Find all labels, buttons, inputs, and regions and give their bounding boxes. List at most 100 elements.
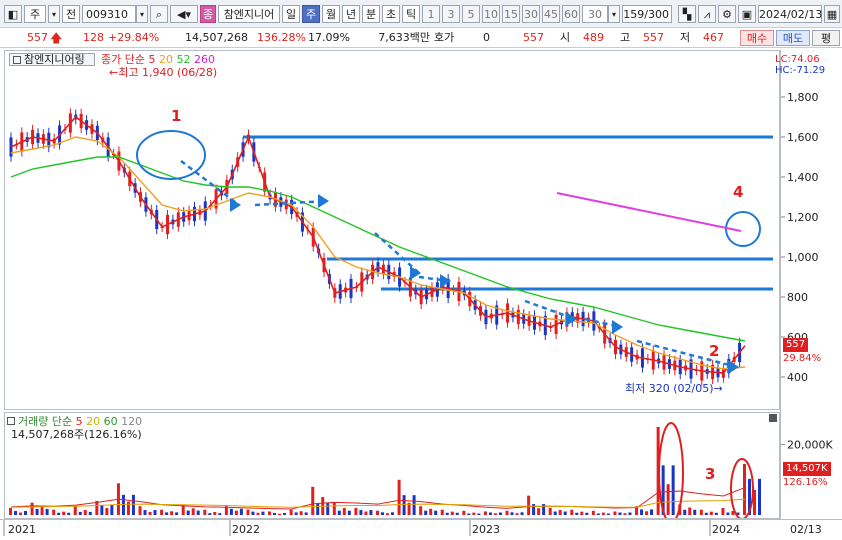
stock-code-input[interactable]: 009310: [82, 5, 136, 23]
close-icon[interactable]: [769, 414, 777, 422]
price-pane-tab[interactable]: 참엔지니어링: [9, 53, 95, 66]
volume-bar: [683, 509, 687, 515]
calendar-icon[interactable]: ▦: [824, 5, 840, 23]
chart-tools-icon[interactable]: ▚: [678, 5, 696, 23]
interval-button-45[interactable]: 45: [542, 5, 560, 23]
volume-bar: [294, 512, 298, 515]
period-tab-month[interactable]: 월: [322, 5, 340, 23]
period-tab-minute[interactable]: 분: [362, 5, 380, 23]
volume-bar: [19, 512, 22, 515]
interval-input[interactable]: 30: [582, 5, 608, 23]
count-field[interactable]: 159/300: [622, 5, 672, 23]
volume-bar: [537, 508, 541, 515]
volume-bar: [472, 512, 476, 515]
volume-bar: [721, 507, 725, 515]
pane-menu-icon[interactable]: [7, 417, 15, 425]
volume-bar: [229, 508, 233, 515]
period-tab-day[interactable]: 일: [282, 5, 300, 23]
min-price-note: 최저 320 (02/05)→: [625, 382, 723, 395]
volume-bar: [316, 503, 320, 515]
arrow-head: [230, 198, 241, 212]
date-input[interactable]: 2024/02/13: [758, 5, 822, 23]
volume-bar: [186, 510, 190, 515]
price-axis-label: 1,600: [787, 131, 819, 144]
arrow-head: [318, 194, 329, 208]
search-icon[interactable]: ⌕: [150, 5, 168, 23]
interval-button-5[interactable]: 5: [462, 5, 480, 23]
save-icon[interactable]: ▣: [738, 5, 756, 23]
volume-bar: [196, 510, 200, 515]
ma-legend-52: 52: [176, 53, 191, 66]
mode-select[interactable]: 주: [24, 5, 46, 23]
ma-legend-5: 5: [148, 53, 156, 66]
eval-button[interactable]: 평: [812, 30, 840, 46]
period-tab-year[interactable]: 년: [342, 5, 360, 23]
period-tab-week[interactable]: 주: [302, 5, 320, 23]
annotation-1: 1: [171, 107, 182, 125]
volume-bar: [105, 508, 109, 515]
hoga-price: 557: [523, 31, 544, 44]
volume-bar: [9, 507, 12, 515]
interval-button-60[interactable]: 60: [562, 5, 580, 23]
x-tick-label: 2024: [712, 523, 740, 536]
ma-legend-260: 260: [193, 53, 215, 66]
price-axis-label: 1,000: [787, 251, 819, 264]
volume-bar: [493, 513, 497, 515]
mode-dropdown-icon[interactable]: ▾: [48, 5, 60, 23]
quote-price: 557: [27, 31, 48, 44]
period-tab-second[interactable]: 초: [382, 5, 400, 23]
open-label: 시: [560, 31, 571, 44]
code-dropdown-icon[interactable]: ▾: [136, 5, 148, 23]
mode-label: 주: [29, 8, 41, 21]
volume-bar: [165, 512, 169, 515]
volume-bar: [153, 510, 157, 515]
price-pane-title: 참엔지니어링: [24, 53, 85, 66]
volume-bar: [671, 465, 675, 515]
stock-badge: 종: [200, 5, 216, 23]
volume-bar: [208, 513, 212, 515]
interval-dropdown-icon[interactable]: ▾: [608, 5, 620, 23]
volume-bar: [483, 511, 487, 515]
interval-button-3[interactable]: 3: [442, 5, 460, 23]
line-tools-icon[interactable]: ⩘: [698, 5, 716, 23]
volume-bar: [311, 486, 315, 515]
volume-bar: [283, 513, 287, 515]
volume-bar: [424, 510, 428, 515]
volume-bar: [143, 510, 147, 515]
period-tab-tick[interactable]: 틱: [402, 5, 420, 23]
volume-bar: [666, 484, 670, 515]
volume-bar: [429, 508, 433, 515]
volume-bar: [83, 510, 87, 515]
volume-bar: [30, 502, 34, 515]
volume-bar: [419, 506, 423, 515]
interval-button-10[interactable]: 10: [482, 5, 500, 23]
speaker-icon[interactable]: ◀▾: [170, 5, 198, 23]
period-tab-label: 월: [325, 8, 337, 21]
volume-bar: [332, 502, 336, 515]
volume-bar: [758, 478, 761, 515]
sell-button[interactable]: 매도: [776, 30, 810, 46]
volume-bar: [52, 509, 56, 515]
high-label: 고: [620, 31, 631, 44]
pane-menu-icon[interactable]: [13, 56, 21, 64]
quote-turnover: 17.09%: [308, 31, 350, 44]
period-tab-label: 분: [365, 8, 377, 21]
volume-bar: [354, 507, 358, 515]
volume-bar: [688, 507, 692, 515]
interval-button-1[interactable]: 1: [422, 5, 440, 23]
interval-button-30[interactable]: 30: [522, 5, 540, 23]
prefix-button[interactable]: 전: [62, 5, 80, 23]
buy-button[interactable]: 매수: [740, 30, 774, 46]
interval-button-15[interactable]: 15: [502, 5, 520, 23]
volume-bar: [342, 508, 346, 515]
x-tick-label: 2021: [8, 523, 36, 536]
volume-bar: [251, 511, 255, 515]
volume-axis-label: 20,000K: [787, 439, 833, 452]
ma-line-5: [10, 115, 746, 374]
volume-bar: [40, 506, 44, 515]
volume-bar: [326, 503, 330, 515]
gear-icon[interactable]: ⚙: [718, 5, 736, 23]
window-icon[interactable]: ◧: [4, 5, 22, 23]
up-arrow-icon: 🡅: [50, 31, 63, 45]
volume-bar: [369, 510, 373, 515]
